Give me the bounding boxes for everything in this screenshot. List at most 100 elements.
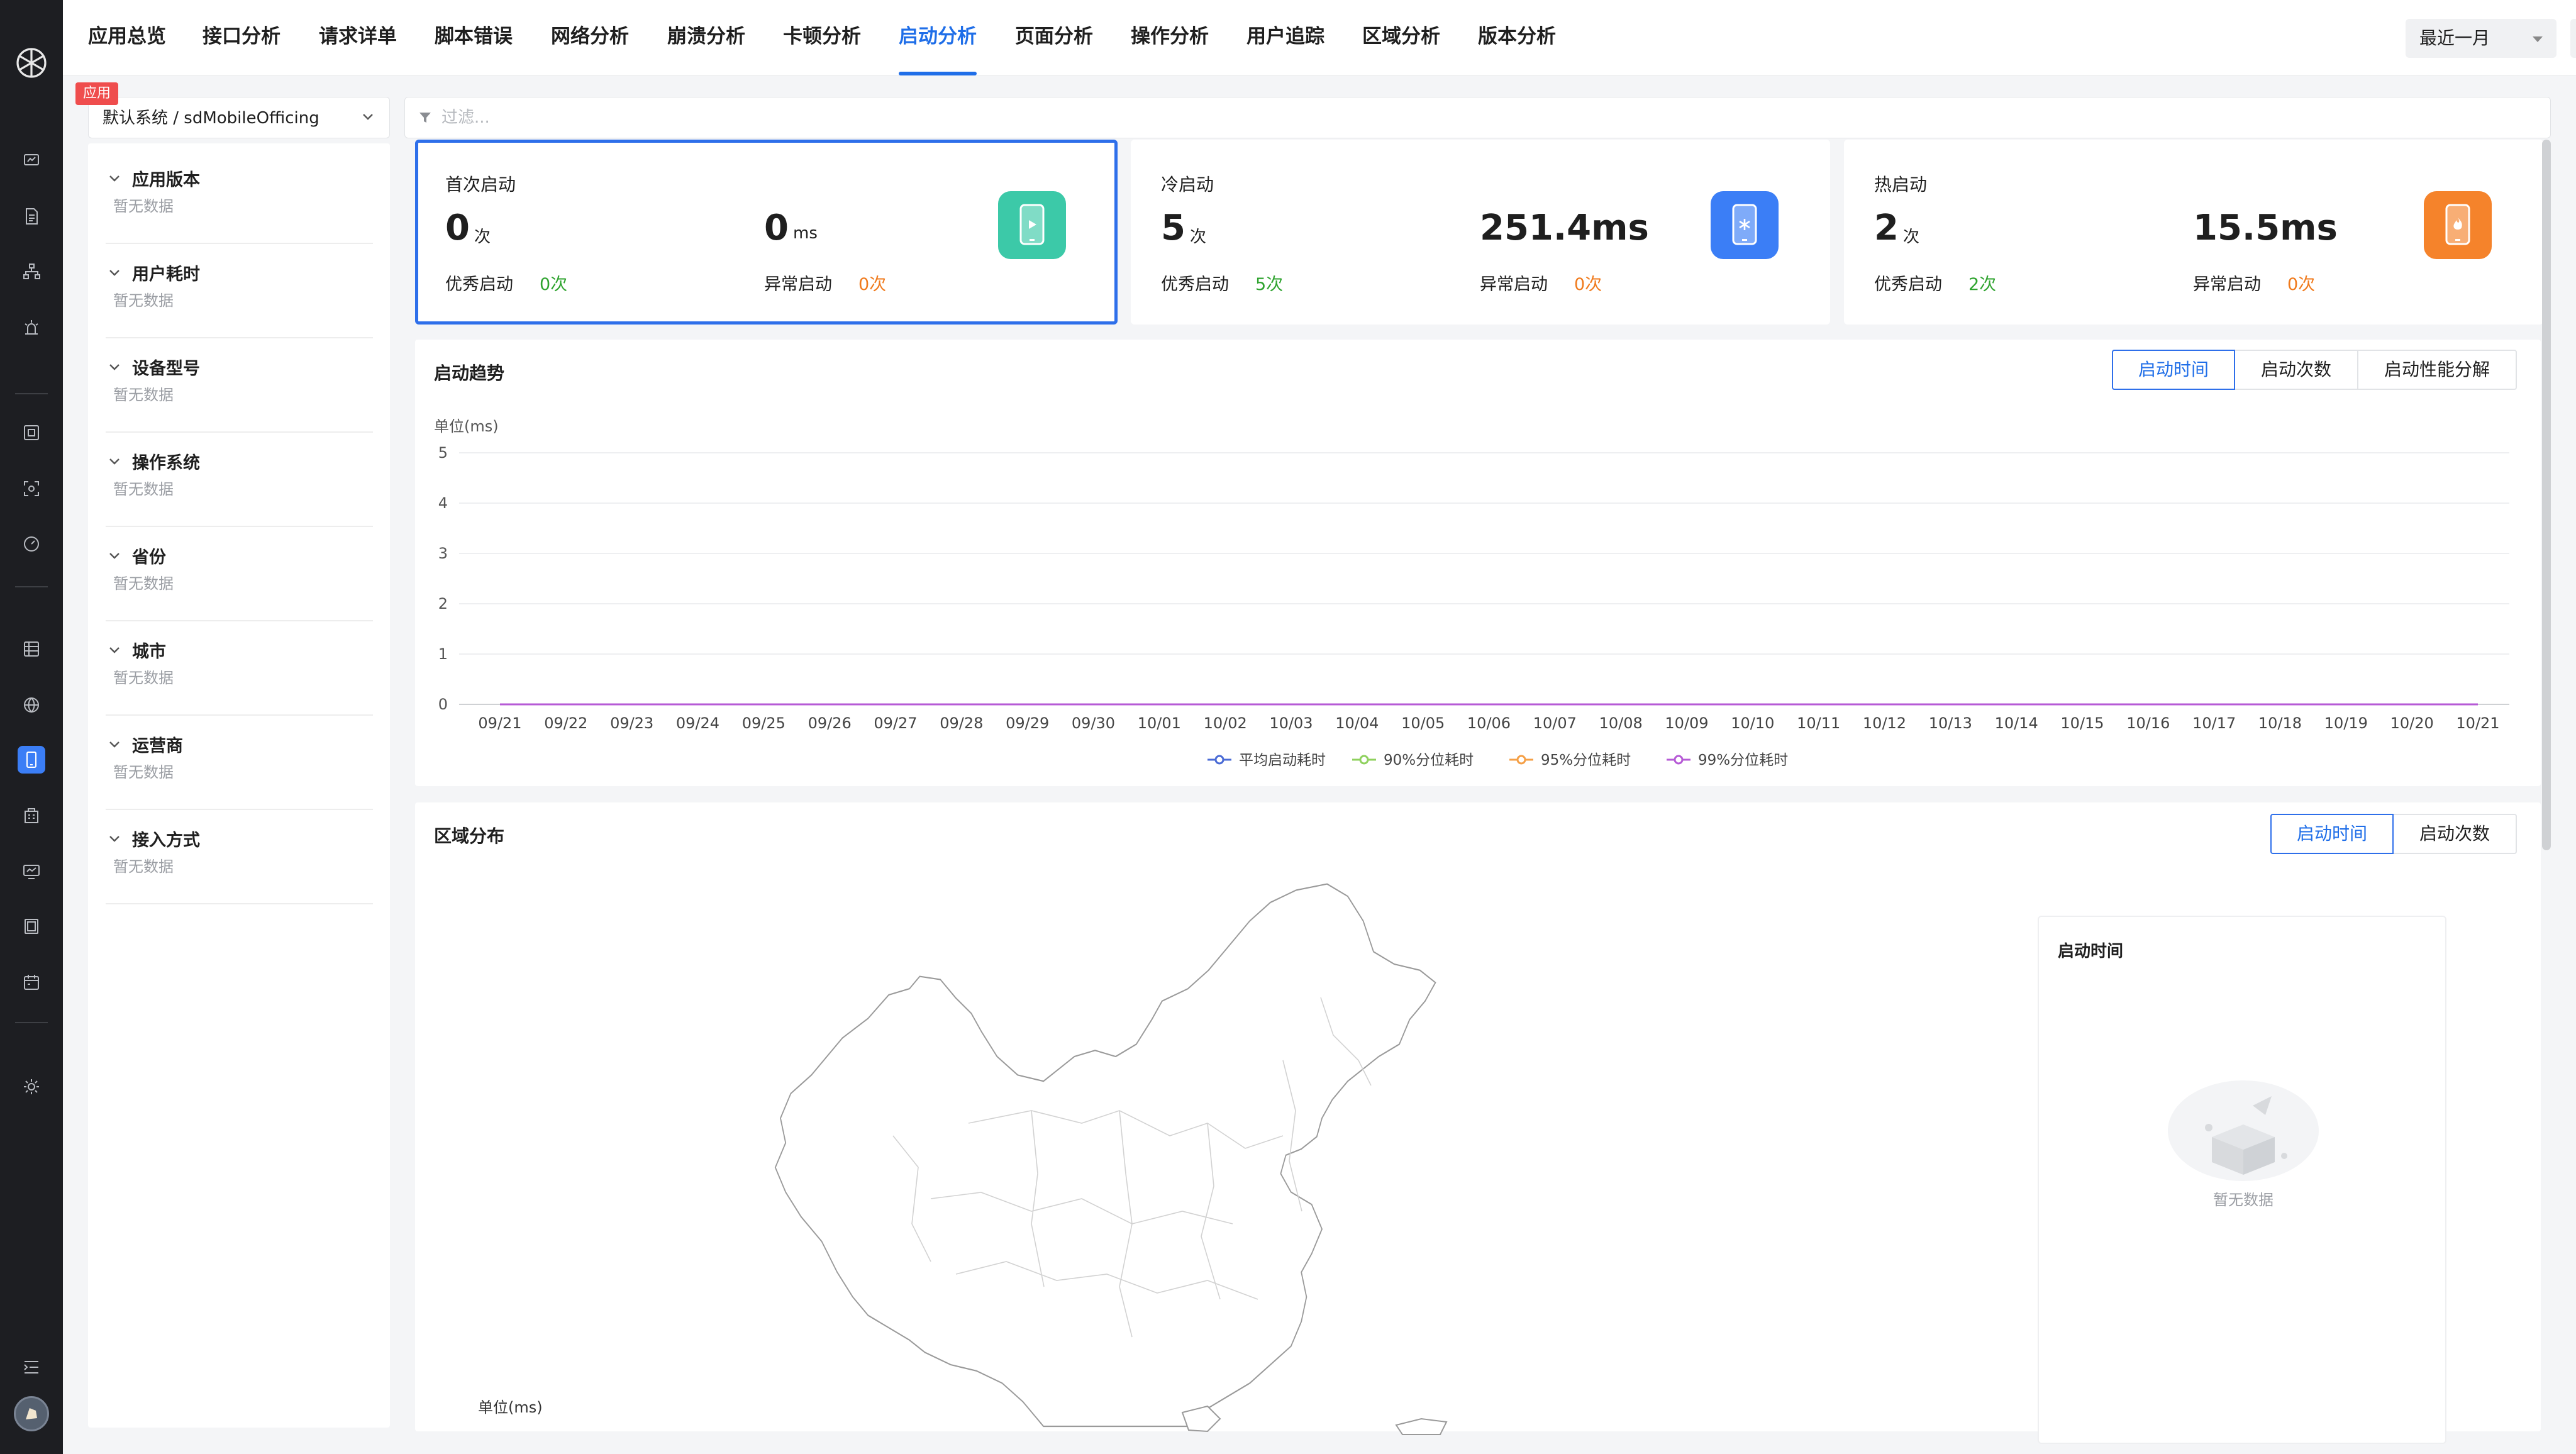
database-nav-button[interactable] — [18, 635, 45, 663]
chevron-down-icon — [109, 835, 119, 842]
startup-card[interactable]: 首次启动 0 次 0 ms 优秀启动 0次 异常启动 0次 — [415, 140, 1118, 325]
tab-3[interactable]: 请求详单 — [319, 0, 397, 75]
tab-4[interactable]: 脚本错误 — [435, 0, 513, 75]
globe-icon — [24, 697, 39, 713]
startup-card[interactable]: 冷启动 5 次 251.4ms 优秀启动 5次 异常启动 0次 — [1131, 140, 1830, 325]
tab-6[interactable]: 崩溃分析 — [667, 0, 745, 75]
globe-nav-button[interactable] — [18, 691, 45, 719]
x-tick-label: 10/13 — [1929, 714, 1972, 732]
card-time-unit: ms — [793, 224, 818, 243]
tab-1[interactable]: 应用总览 — [88, 0, 166, 75]
good-start-value: 0次 — [540, 275, 568, 294]
y-tick-label: 3 — [438, 545, 448, 562]
gauge-icon — [24, 536, 39, 552]
card-time: 0 — [764, 208, 789, 248]
filter-group-header[interactable]: 省份 — [106, 543, 166, 568]
filter-group-title: 用户耗时 — [132, 265, 200, 284]
tab-8[interactable]: 启动分析 — [899, 0, 977, 75]
toggle-option[interactable]: 启动时间 — [2112, 350, 2235, 390]
mobile-icon — [26, 752, 36, 768]
chevron-down-icon — [109, 552, 119, 559]
building-nav-button[interactable] — [18, 802, 45, 830]
toggle-option[interactable]: 启动时间 — [2270, 814, 2394, 854]
startup-card[interactable]: 热启动 2 次 15.5ms 优秀启动 2次 异常启动 0次 — [1844, 140, 2543, 325]
chevron-down-icon — [109, 458, 119, 465]
legend-label: 99%分位耗时 — [1698, 752, 1788, 769]
y-tick-label: 4 — [438, 494, 448, 512]
database-icon — [24, 641, 39, 657]
settings-nav-button[interactable] — [18, 1073, 45, 1101]
user-avatar[interactable] — [14, 1396, 49, 1431]
calendar-icon — [24, 975, 39, 990]
bad-start-value: 0次 — [858, 275, 887, 294]
tab-12[interactable]: 区域分析 — [1362, 0, 1440, 75]
monitor-nav-button[interactable] — [18, 419, 45, 447]
china-map[interactable] — [767, 872, 1459, 1438]
tab-7[interactable]: 卡顿分析 — [783, 0, 861, 75]
legend-label: 平均启动耗时 — [1239, 752, 1326, 769]
rail-divider — [15, 586, 48, 587]
time-range-select[interactable]: 最近一月 — [2406, 19, 2557, 58]
filter-group-empty: 暂无数据 — [113, 480, 174, 498]
filter-group: 用户耗时 暂无数据 — [106, 244, 373, 338]
y-tick-label: 2 — [438, 595, 448, 613]
toggle-option[interactable]: 启动次数 — [2234, 350, 2358, 390]
toggle-option[interactable]: 启动性能分解 — [2357, 350, 2517, 390]
region-title: 区域分布 — [434, 826, 505, 846]
document-nav-button[interactable] — [18, 203, 45, 230]
filter-group-header[interactable]: 城市 — [106, 638, 166, 662]
filter-group-header[interactable]: 设备型号 — [106, 355, 200, 379]
dashboard-nav-button[interactable] — [18, 147, 45, 174]
server-nav-button[interactable] — [18, 913, 45, 940]
topology-nav-button[interactable] — [18, 258, 45, 286]
tab-10[interactable]: 操作分析 — [1131, 0, 1209, 75]
app-select[interactable]: 默认系统 / sdMobileOfficing — [88, 97, 390, 138]
calendar-nav-button[interactable] — [18, 968, 45, 996]
scan-nav-button[interactable] — [18, 475, 45, 502]
tab-9[interactable]: 页面分析 — [1015, 0, 1093, 75]
x-tick-label: 09/23 — [610, 714, 653, 732]
tab-11[interactable]: 用户追踪 — [1246, 0, 1324, 75]
settings-icon — [24, 1079, 39, 1094]
filter-input[interactable] — [441, 104, 2517, 131]
x-tick-label: 09/27 — [874, 714, 917, 732]
filter-group-header[interactable]: 应用版本 — [106, 166, 200, 191]
tab-2[interactable]: 接口分析 — [203, 0, 280, 75]
chevron-down-icon — [109, 269, 119, 276]
filter-group-header[interactable]: 接入方式 — [106, 826, 200, 851]
filter-group-title: 接入方式 — [132, 831, 200, 850]
filter-group-header[interactable]: 运营商 — [106, 732, 183, 757]
tab-13[interactable]: 版本分析 — [1478, 0, 1556, 75]
tab-5[interactable]: 网络分析 — [551, 0, 629, 75]
map-unit-label: 单位(ms) — [478, 1399, 543, 1416]
mobile-nav-button[interactable] — [18, 746, 45, 774]
region-rank-panel: 启动时间 暂无数据 — [2038, 916, 2446, 1444]
x-tick-label: 10/21 — [2456, 714, 2499, 732]
collapse-menu-nav-button[interactable] — [18, 1353, 45, 1381]
screen-nav-button[interactable] — [18, 858, 45, 885]
filter-bar[interactable] — [404, 97, 2551, 138]
card-title: 热启动 — [1874, 174, 1928, 195]
x-tick-label: 10/09 — [1665, 714, 1708, 732]
bad-start-label: 异常启动 — [1480, 275, 1548, 294]
filter-group-header[interactable]: 用户耗时 — [106, 260, 200, 285]
refresh-button[interactable] — [2570, 19, 2576, 58]
filter-group: 运营商 暂无数据 — [106, 716, 373, 810]
app-logo-icon[interactable] — [13, 44, 50, 82]
x-tick-label: 09/25 — [742, 714, 786, 732]
x-tick-label: 09/30 — [1072, 714, 1115, 732]
chevron-down-icon — [109, 647, 119, 653]
gauge-nav-button[interactable] — [18, 530, 45, 558]
filter-group-title: 省份 — [132, 548, 166, 567]
filter-icon — [419, 113, 431, 123]
bad-start-label: 异常启动 — [2193, 275, 2261, 294]
filter-group-header[interactable]: 操作系统 — [106, 449, 200, 474]
x-tick-label: 10/02 — [1204, 714, 1247, 732]
card-count: 2 — [1874, 208, 1899, 248]
toggle-option[interactable]: 启动次数 — [2392, 814, 2517, 854]
chevron-down-icon — [363, 114, 373, 120]
alert-nav-button[interactable] — [18, 314, 45, 341]
vertical-scrollbar[interactable] — [2542, 140, 2551, 850]
rank-empty-text: 暂无数据 — [2213, 1191, 2273, 1209]
y-axis-label: 单位(ms) — [434, 418, 499, 435]
